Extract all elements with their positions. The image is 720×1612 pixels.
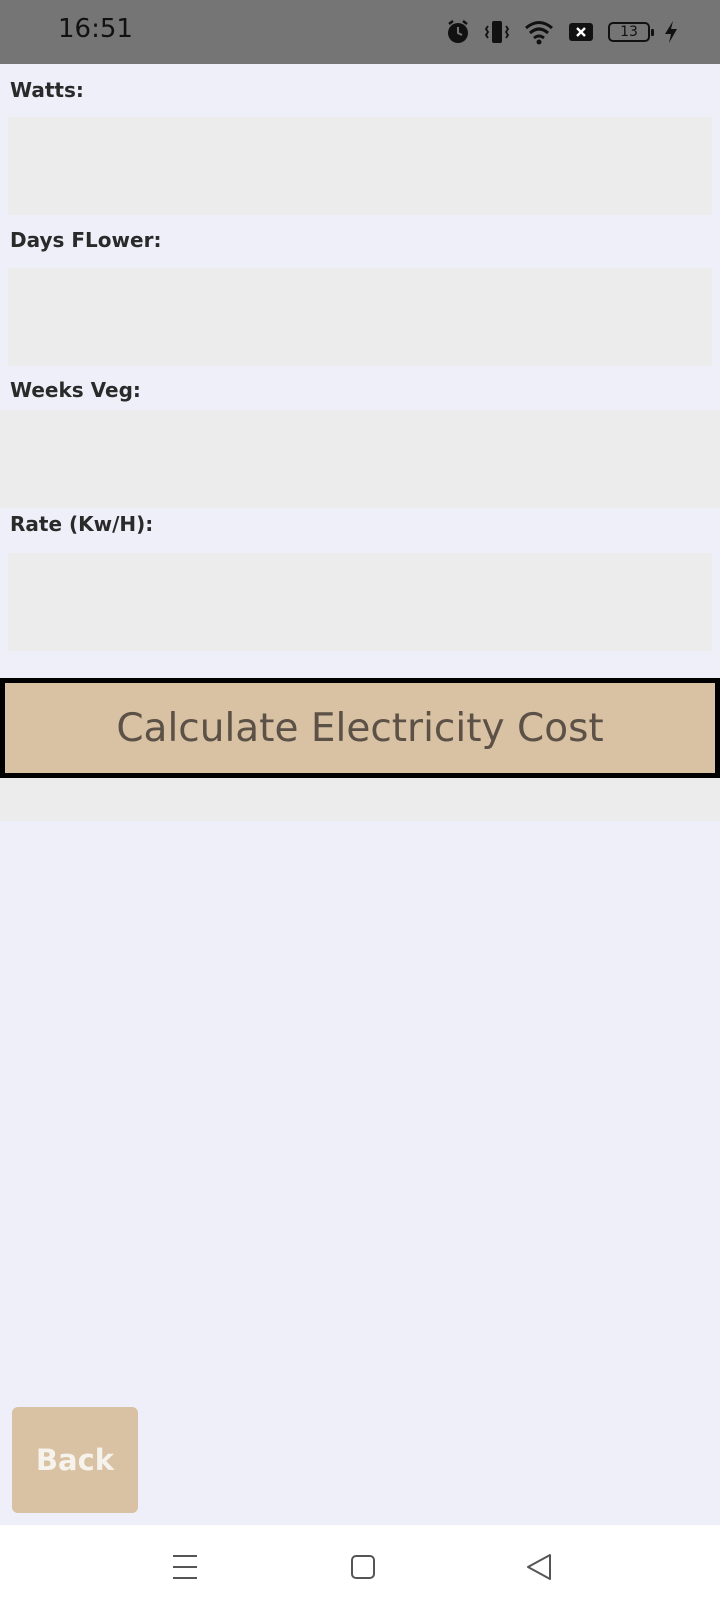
battery-icon: 13 [608,22,654,42]
home-icon[interactable] [350,1553,376,1586]
back-triangle-icon[interactable] [526,1553,552,1586]
menu-icon[interactable] [172,1553,198,1586]
status-time: 16:51 [58,14,133,44]
weeks-veg-input[interactable] [0,410,720,508]
result-output [0,778,720,821]
watts-label: Watts: [10,78,84,102]
wifi-icon [524,19,554,45]
back-button[interactable]: Back [12,1407,138,1513]
vibrate-icon [484,19,510,45]
rate-label: Rate (Kw/H): [10,512,154,536]
status-bar: 16:51 13 [0,0,720,64]
days-flower-label: Days FLower: [10,228,162,252]
weeks-veg-label: Weeks Veg: [10,378,141,402]
calculate-electricity-cost-button[interactable]: Calculate Electricity Cost [0,678,720,778]
alarm-icon [446,19,470,45]
charging-icon [664,20,678,44]
status-icons: 13 [446,18,678,46]
watts-input[interactable] [8,117,712,215]
rate-input[interactable] [8,553,712,651]
navigation-bar [0,1525,720,1612]
no-sim-icon [568,21,594,43]
days-flower-input[interactable] [8,268,712,366]
